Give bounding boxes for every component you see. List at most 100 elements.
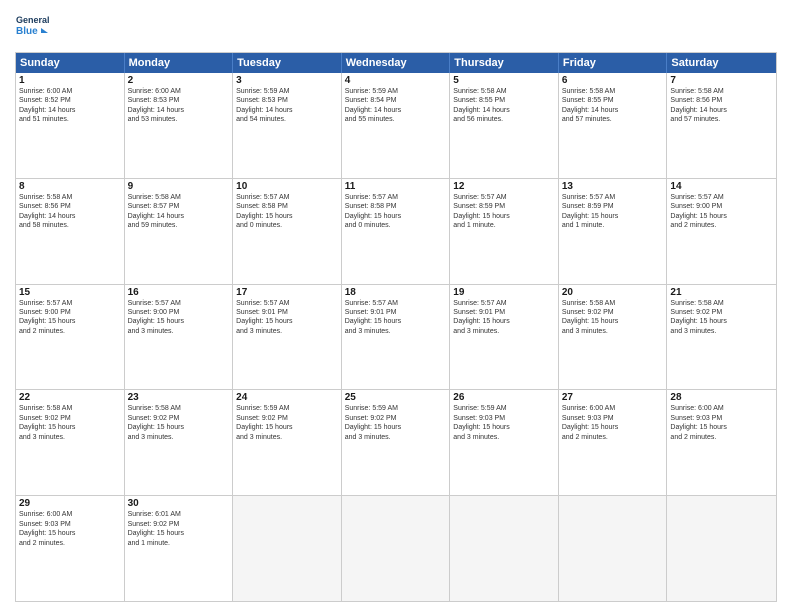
- calendar-cell: 1Sunrise: 6:00 AM Sunset: 8:52 PM Daylig…: [16, 73, 125, 178]
- day-info: Sunrise: 5:57 AM Sunset: 8:59 PM Dayligh…: [562, 193, 664, 231]
- calendar-cell: 24Sunrise: 5:59 AM Sunset: 9:02 PM Dayli…: [233, 390, 342, 495]
- calendar-cell: 27Sunrise: 6:00 AM Sunset: 9:03 PM Dayli…: [559, 390, 668, 495]
- day-info: Sunrise: 5:59 AM Sunset: 9:02 PM Dayligh…: [345, 404, 447, 442]
- weekday-header: Tuesday: [233, 53, 342, 73]
- logo: General Blue: [15, 10, 51, 46]
- calendar-cell: 9Sunrise: 5:58 AM Sunset: 8:57 PM Daylig…: [125, 179, 234, 284]
- day-number: 24: [236, 392, 338, 403]
- calendar-cell: 22Sunrise: 5:58 AM Sunset: 9:02 PM Dayli…: [16, 390, 125, 495]
- calendar-row: 1Sunrise: 6:00 AM Sunset: 8:52 PM Daylig…: [16, 73, 776, 179]
- calendar-cell: 29Sunrise: 6:00 AM Sunset: 9:03 PM Dayli…: [16, 496, 125, 601]
- day-number: 7: [670, 75, 773, 86]
- day-number: 21: [670, 287, 773, 298]
- day-info: Sunrise: 6:00 AM Sunset: 9:03 PM Dayligh…: [562, 404, 664, 442]
- day-number: 29: [19, 498, 121, 509]
- weekday-header: Friday: [559, 53, 668, 73]
- calendar-cell: 10Sunrise: 5:57 AM Sunset: 8:58 PM Dayli…: [233, 179, 342, 284]
- day-info: Sunrise: 6:00 AM Sunset: 8:52 PM Dayligh…: [19, 87, 121, 125]
- calendar-cell: 12Sunrise: 5:57 AM Sunset: 8:59 PM Dayli…: [450, 179, 559, 284]
- day-info: Sunrise: 5:58 AM Sunset: 9:02 PM Dayligh…: [128, 404, 230, 442]
- day-number: 4: [345, 75, 447, 86]
- day-info: Sunrise: 5:58 AM Sunset: 8:55 PM Dayligh…: [562, 87, 664, 125]
- day-info: Sunrise: 6:00 AM Sunset: 9:03 PM Dayligh…: [19, 510, 121, 548]
- calendar-cell: 7Sunrise: 5:58 AM Sunset: 8:56 PM Daylig…: [667, 73, 776, 178]
- calendar-cell: 16Sunrise: 5:57 AM Sunset: 9:00 PM Dayli…: [125, 285, 234, 390]
- calendar-cell: 21Sunrise: 5:58 AM Sunset: 9:02 PM Dayli…: [667, 285, 776, 390]
- day-number: 6: [562, 75, 664, 86]
- day-number: 12: [453, 181, 555, 192]
- day-info: Sunrise: 5:57 AM Sunset: 8:59 PM Dayligh…: [453, 193, 555, 231]
- calendar-row: 15Sunrise: 5:57 AM Sunset: 9:00 PM Dayli…: [16, 285, 776, 391]
- calendar-cell: 6Sunrise: 5:58 AM Sunset: 8:55 PM Daylig…: [559, 73, 668, 178]
- weekday-header: Wednesday: [342, 53, 451, 73]
- svg-text:Blue: Blue: [16, 26, 38, 37]
- day-info: Sunrise: 5:58 AM Sunset: 8:56 PM Dayligh…: [19, 193, 121, 231]
- logo-svg: General Blue: [15, 10, 51, 46]
- calendar-header: SundayMondayTuesdayWednesdayThursdayFrid…: [16, 53, 776, 73]
- day-number: 10: [236, 181, 338, 192]
- calendar-cell: 8Sunrise: 5:58 AM Sunset: 8:56 PM Daylig…: [16, 179, 125, 284]
- day-number: 2: [128, 75, 230, 86]
- calendar-row: 29Sunrise: 6:00 AM Sunset: 9:03 PM Dayli…: [16, 496, 776, 601]
- day-number: 3: [236, 75, 338, 86]
- day-info: Sunrise: 5:58 AM Sunset: 8:55 PM Dayligh…: [453, 87, 555, 125]
- calendar-cell: 13Sunrise: 5:57 AM Sunset: 8:59 PM Dayli…: [559, 179, 668, 284]
- day-number: 25: [345, 392, 447, 403]
- day-number: 9: [128, 181, 230, 192]
- day-number: 8: [19, 181, 121, 192]
- day-info: Sunrise: 5:59 AM Sunset: 9:03 PM Dayligh…: [453, 404, 555, 442]
- calendar-body: 1Sunrise: 6:00 AM Sunset: 8:52 PM Daylig…: [16, 73, 776, 601]
- day-info: Sunrise: 5:57 AM Sunset: 9:01 PM Dayligh…: [453, 299, 555, 337]
- day-number: 30: [128, 498, 230, 509]
- calendar-cell: 2Sunrise: 6:00 AM Sunset: 8:53 PM Daylig…: [125, 73, 234, 178]
- day-info: Sunrise: 5:58 AM Sunset: 8:56 PM Dayligh…: [670, 87, 773, 125]
- day-number: 1: [19, 75, 121, 86]
- day-number: 18: [345, 287, 447, 298]
- day-info: Sunrise: 6:00 AM Sunset: 9:03 PM Dayligh…: [670, 404, 773, 442]
- weekday-header: Sunday: [16, 53, 125, 73]
- weekday-header: Saturday: [667, 53, 776, 73]
- day-info: Sunrise: 5:57 AM Sunset: 9:00 PM Dayligh…: [670, 193, 773, 231]
- calendar-cell: 23Sunrise: 5:58 AM Sunset: 9:02 PM Dayli…: [125, 390, 234, 495]
- day-number: 14: [670, 181, 773, 192]
- day-info: Sunrise: 6:00 AM Sunset: 8:53 PM Dayligh…: [128, 87, 230, 125]
- calendar-cell: 28Sunrise: 6:00 AM Sunset: 9:03 PM Dayli…: [667, 390, 776, 495]
- day-number: 23: [128, 392, 230, 403]
- day-number: 17: [236, 287, 338, 298]
- calendar-cell: [559, 496, 668, 601]
- calendar-cell: 3Sunrise: 5:59 AM Sunset: 8:53 PM Daylig…: [233, 73, 342, 178]
- calendar-cell: 17Sunrise: 5:57 AM Sunset: 9:01 PM Dayli…: [233, 285, 342, 390]
- calendar-cell: 5Sunrise: 5:58 AM Sunset: 8:55 PM Daylig…: [450, 73, 559, 178]
- calendar-cell: 20Sunrise: 5:58 AM Sunset: 9:02 PM Dayli…: [559, 285, 668, 390]
- calendar: SundayMondayTuesdayWednesdayThursdayFrid…: [15, 52, 777, 602]
- calendar-cell: 14Sunrise: 5:57 AM Sunset: 9:00 PM Dayli…: [667, 179, 776, 284]
- day-info: Sunrise: 5:57 AM Sunset: 9:00 PM Dayligh…: [128, 299, 230, 337]
- day-number: 16: [128, 287, 230, 298]
- calendar-cell: [233, 496, 342, 601]
- day-info: Sunrise: 5:59 AM Sunset: 9:02 PM Dayligh…: [236, 404, 338, 442]
- day-number: 19: [453, 287, 555, 298]
- day-info: Sunrise: 5:58 AM Sunset: 9:02 PM Dayligh…: [19, 404, 121, 442]
- day-info: Sunrise: 5:59 AM Sunset: 8:53 PM Dayligh…: [236, 87, 338, 125]
- calendar-cell: 11Sunrise: 5:57 AM Sunset: 8:58 PM Dayli…: [342, 179, 451, 284]
- calendar-cell: [667, 496, 776, 601]
- calendar-cell: 26Sunrise: 5:59 AM Sunset: 9:03 PM Dayli…: [450, 390, 559, 495]
- calendar-cell: 18Sunrise: 5:57 AM Sunset: 9:01 PM Dayli…: [342, 285, 451, 390]
- calendar-row: 8Sunrise: 5:58 AM Sunset: 8:56 PM Daylig…: [16, 179, 776, 285]
- weekday-header: Thursday: [450, 53, 559, 73]
- day-number: 22: [19, 392, 121, 403]
- day-number: 28: [670, 392, 773, 403]
- day-info: Sunrise: 5:57 AM Sunset: 9:01 PM Dayligh…: [345, 299, 447, 337]
- day-number: 20: [562, 287, 664, 298]
- day-info: Sunrise: 5:57 AM Sunset: 8:58 PM Dayligh…: [236, 193, 338, 231]
- day-number: 5: [453, 75, 555, 86]
- day-info: Sunrise: 5:57 AM Sunset: 9:00 PM Dayligh…: [19, 299, 121, 337]
- day-info: Sunrise: 5:58 AM Sunset: 8:57 PM Dayligh…: [128, 193, 230, 231]
- calendar-row: 22Sunrise: 5:58 AM Sunset: 9:02 PM Dayli…: [16, 390, 776, 496]
- day-info: Sunrise: 6:01 AM Sunset: 9:02 PM Dayligh…: [128, 510, 230, 548]
- calendar-cell: 4Sunrise: 5:59 AM Sunset: 8:54 PM Daylig…: [342, 73, 451, 178]
- day-number: 13: [562, 181, 664, 192]
- calendar-cell: [342, 496, 451, 601]
- day-info: Sunrise: 5:58 AM Sunset: 9:02 PM Dayligh…: [562, 299, 664, 337]
- day-info: Sunrise: 5:57 AM Sunset: 8:58 PM Dayligh…: [345, 193, 447, 231]
